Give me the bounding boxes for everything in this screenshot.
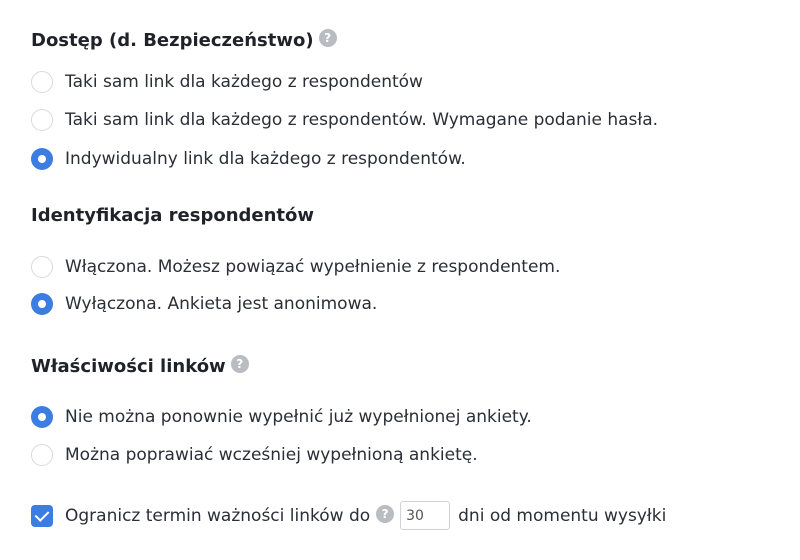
access-section-title: Dostęp (d. Bezpieczeństwo) ? bbox=[31, 28, 337, 51]
link-option-allow-edit[interactable]: Można poprawiać wcześniej wypełnioną ank… bbox=[31, 444, 478, 466]
link-properties-section-title: Właściwości linków ? bbox=[31, 354, 249, 377]
help-icon[interactable]: ? bbox=[318, 28, 337, 47]
option-label: Taki sam link dla każdego z respondentów… bbox=[65, 110, 659, 130]
identification-title-text: Identyfikacja respondentów bbox=[31, 205, 315, 226]
radio-button-selected[interactable] bbox=[31, 148, 53, 170]
access-option-same-link-password[interactable]: Taki sam link dla każdego z respondentów… bbox=[31, 109, 658, 131]
option-label: Indywidualny link dla każdego z responde… bbox=[65, 149, 466, 169]
radio-button[interactable] bbox=[31, 109, 53, 131]
link-option-no-refill[interactable]: Nie można ponownie wypełnić już wypełnio… bbox=[31, 406, 532, 428]
radio-button[interactable] bbox=[31, 444, 53, 466]
identification-section-title: Identyfikacja respondentów bbox=[31, 205, 314, 226]
expiry-suffix: dni od momentu wysyłki bbox=[458, 505, 667, 526]
expiry-row: Ogranicz termin ważności linków do ? dni… bbox=[31, 501, 666, 530]
access-option-individual-link[interactable]: Indywidualny link dla każdego z responde… bbox=[31, 148, 466, 170]
radio-button-selected[interactable] bbox=[31, 293, 53, 315]
access-title-text: Dostęp (d. Bezpieczeństwo) bbox=[31, 30, 314, 51]
radio-button[interactable] bbox=[31, 256, 53, 278]
option-label: Nie można ponownie wypełnić już wypełnio… bbox=[65, 407, 532, 427]
help-icon[interactable]: ? bbox=[376, 504, 395, 523]
radio-button-selected[interactable] bbox=[31, 406, 53, 428]
link-properties-title-text: Właściwości linków bbox=[31, 356, 226, 377]
help-icon[interactable]: ? bbox=[230, 354, 249, 373]
expiry-checkbox[interactable] bbox=[31, 504, 53, 527]
option-label: Taki sam link dla każdego z respondentów bbox=[65, 72, 423, 92]
option-label: Włączona. Możesz powiązać wypełnienie z … bbox=[65, 257, 561, 277]
expiry-label: Ogranicz termin ważności linków do bbox=[65, 505, 371, 526]
radio-button[interactable] bbox=[31, 71, 53, 93]
identification-option-disabled[interactable]: Wyłączona. Ankieta jest anonimowa. bbox=[31, 293, 377, 315]
option-label: Wyłączona. Ankieta jest anonimowa. bbox=[65, 294, 378, 314]
option-label: Można poprawiać wcześniej wypełnioną ank… bbox=[65, 445, 478, 465]
expiry-days-input[interactable] bbox=[400, 501, 451, 530]
access-option-same-link[interactable]: Taki sam link dla każdego z respondentów bbox=[31, 71, 423, 93]
identification-option-enabled[interactable]: Włączona. Możesz powiązać wypełnienie z … bbox=[31, 256, 560, 278]
